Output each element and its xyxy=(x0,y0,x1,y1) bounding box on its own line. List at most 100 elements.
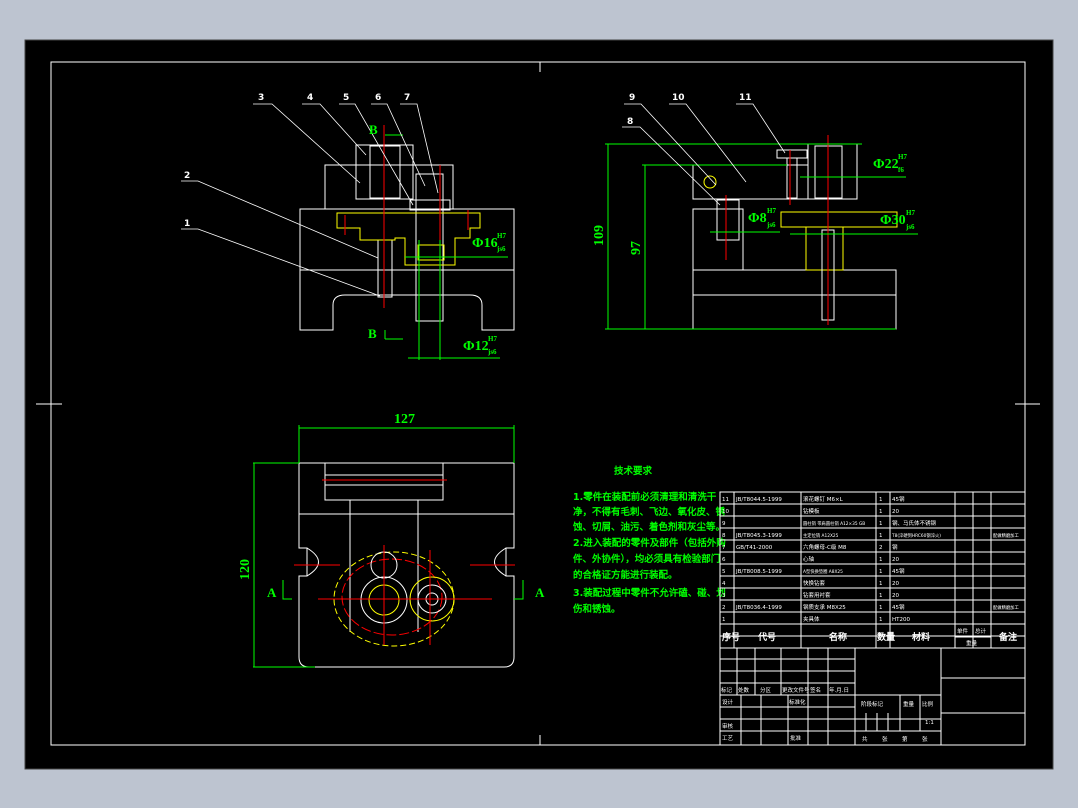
bom-cell-material: 20 xyxy=(892,509,899,515)
part-label-8: 8 xyxy=(627,117,633,127)
bom-cell-name: A型快换垫圈 A8X25 xyxy=(803,568,843,575)
bom-cell-qty: 1 xyxy=(879,569,883,575)
bom-cell-material: HT200 xyxy=(892,617,910,623)
part-label-3: 3 xyxy=(258,93,264,103)
bom-cell-no: 4 xyxy=(722,581,726,587)
bom-cell-qty: 1 xyxy=(879,557,883,563)
header-unit: 单件 xyxy=(957,627,969,635)
bom-cell-material: 钢 xyxy=(892,543,898,551)
dim-width-127: 127 xyxy=(394,412,415,427)
process-label: 工艺 xyxy=(722,735,734,742)
section-label-b-top: B xyxy=(369,122,378,137)
bom-cell-no: 1 xyxy=(722,617,726,623)
bom-cell-code: JB/T8036.4-1999 xyxy=(735,605,782,611)
bom-cell-name: 钻模板 xyxy=(803,507,820,515)
bom-cell-name: 心轴 xyxy=(803,555,815,563)
bom-cell-qty: 1 xyxy=(879,509,883,515)
bom-cell-material: 45钢 xyxy=(892,603,905,611)
tech-req-line: 蚀、切屑、油污、着色剂和灰尘等。 xyxy=(572,521,725,533)
standard-label: 标准化 xyxy=(789,698,806,706)
bom-cell-no: 9 xyxy=(722,521,726,527)
bom-cell-qty: 1 xyxy=(879,581,883,587)
header-no: 序号 xyxy=(722,631,740,643)
fit-upper: H7 xyxy=(497,232,506,240)
bom-cell-name: 快换钻套 xyxy=(803,579,826,587)
rev-label: 更改文件号 xyxy=(782,686,810,694)
bom-cell-material: 45钢 xyxy=(892,567,905,575)
header-remark: 备注 xyxy=(998,631,1017,643)
bom-cell-code: JB/T8008.5-1999 xyxy=(735,569,782,575)
rev-label: 分区 xyxy=(760,686,772,694)
part-label-7: 7 xyxy=(404,93,410,103)
dim-height-120: 120 xyxy=(238,559,253,580)
fit-lower: f6 xyxy=(898,166,904,174)
weight-label: 重量 xyxy=(903,700,915,708)
bom-cell-name: 主定位销 A12X25 xyxy=(803,532,839,539)
part-label-2: 2 xyxy=(184,171,190,181)
bom-cell-qty: 1 xyxy=(879,593,883,599)
bom-cell-remark: 配做精磨加工 xyxy=(993,532,1019,539)
review-label: 审核 xyxy=(722,722,734,730)
dim-height-109: 109 xyxy=(592,225,607,246)
sheets-label: 张 xyxy=(882,735,888,743)
bom-cell-no: 3 xyxy=(722,593,726,599)
bom-cell-name: 滚花螺钉 M6×L xyxy=(803,495,844,503)
bom-cell-material: 20 xyxy=(892,593,899,599)
header-total: 总计 xyxy=(975,627,987,635)
fit-dim-phi16: Φ16 xyxy=(472,236,498,251)
bom-cell-name: 钻套用衬套 xyxy=(803,591,831,599)
part-label-9: 9 xyxy=(629,93,635,103)
tech-req-line: 1.零件在装配前必须清理和清洗干 xyxy=(573,491,717,503)
bom-cell-qty: 1 xyxy=(879,521,883,527)
part-label-4: 4 xyxy=(307,93,313,103)
part-label-1: 1 xyxy=(184,219,190,229)
bom-cell-remark: 配做精磨加工 xyxy=(993,604,1019,611)
tech-req-line: 伤和锈蚀。 xyxy=(572,603,621,615)
bom-cell-code: JB/T8045.3-1999 xyxy=(735,533,782,539)
bom-cell-qty: 1 xyxy=(879,497,883,503)
bom-cell-code: JB/T8044.5-1999 xyxy=(735,497,782,503)
tech-req-line: 件、外协件），均必须具有检验部门 xyxy=(573,553,720,565)
tech-req-line: 净，不得有毛刺、飞边、氧化皮、锈 xyxy=(573,506,726,518)
bom-cell-qty: 1 xyxy=(879,533,883,539)
bom-cell-qty: 2 xyxy=(879,545,883,551)
bom-cell-material: 20 xyxy=(892,581,899,587)
fit-dim-phi22: Φ22 xyxy=(873,157,899,172)
bom-cell-material: 20 xyxy=(892,557,899,563)
bom-cell-name: 钢质支承 M8X25 xyxy=(803,603,846,611)
bom-cell-name: 夹具体 xyxy=(803,615,820,623)
fit-upper: H7 xyxy=(898,153,907,161)
scale-label: 比例 xyxy=(922,700,934,708)
sheets-label: 张 xyxy=(922,735,928,743)
tech-req-line: 的合格证方能进行装配。 xyxy=(573,569,678,581)
fit-dim-phi12: Φ12 xyxy=(463,339,489,354)
bom-cell-material: 钢、马氏体不锈钢 xyxy=(892,519,937,527)
fit-lower: js6 xyxy=(766,221,776,229)
fit-lower: js6 xyxy=(487,348,497,356)
bom-cell-no: 8 xyxy=(722,533,726,539)
header-qty: 数量 xyxy=(877,631,895,643)
header-material: 材料 xyxy=(911,631,930,643)
bom-cell-qty: 1 xyxy=(879,617,883,623)
tech-req-line: 2.进入装配的零件及部件（包括外购 xyxy=(573,537,726,549)
drawing-canvas[interactable] xyxy=(24,39,1054,770)
cad-drawing-sheet: 1 2 3 4 5 6 7 B B Φ16 H7 js6 Φ12 H7 js6 xyxy=(24,39,1054,770)
tech-req-line: 3.装配过程中零件不允许磕、碰、划 xyxy=(573,587,726,599)
sheets-label: 第 xyxy=(902,735,908,743)
bom-cell-code: GB/T41-2000 xyxy=(736,545,773,551)
bom-cell-qty: 1 xyxy=(879,605,883,611)
bom-cell-name: 六角螺母-C级 M8 xyxy=(803,543,847,551)
fit-dim-phi8: Φ8 xyxy=(748,211,767,226)
part-label-11: 11 xyxy=(739,93,752,103)
part-label-10: 10 xyxy=(672,93,685,103)
bom-cell-no: 5 xyxy=(722,569,726,575)
rev-label: 处数 xyxy=(738,686,750,694)
scale-value: 1:1 xyxy=(925,720,934,726)
rev-label: 年.月.日 xyxy=(829,686,849,694)
bom-cell-no: 11 xyxy=(722,497,729,503)
part-label-6: 6 xyxy=(375,93,381,103)
bom-cell-no: 7 xyxy=(722,545,726,551)
part-label-5: 5 xyxy=(343,93,349,103)
fit-upper: H7 xyxy=(906,209,915,217)
fit-upper: H7 xyxy=(488,335,497,343)
